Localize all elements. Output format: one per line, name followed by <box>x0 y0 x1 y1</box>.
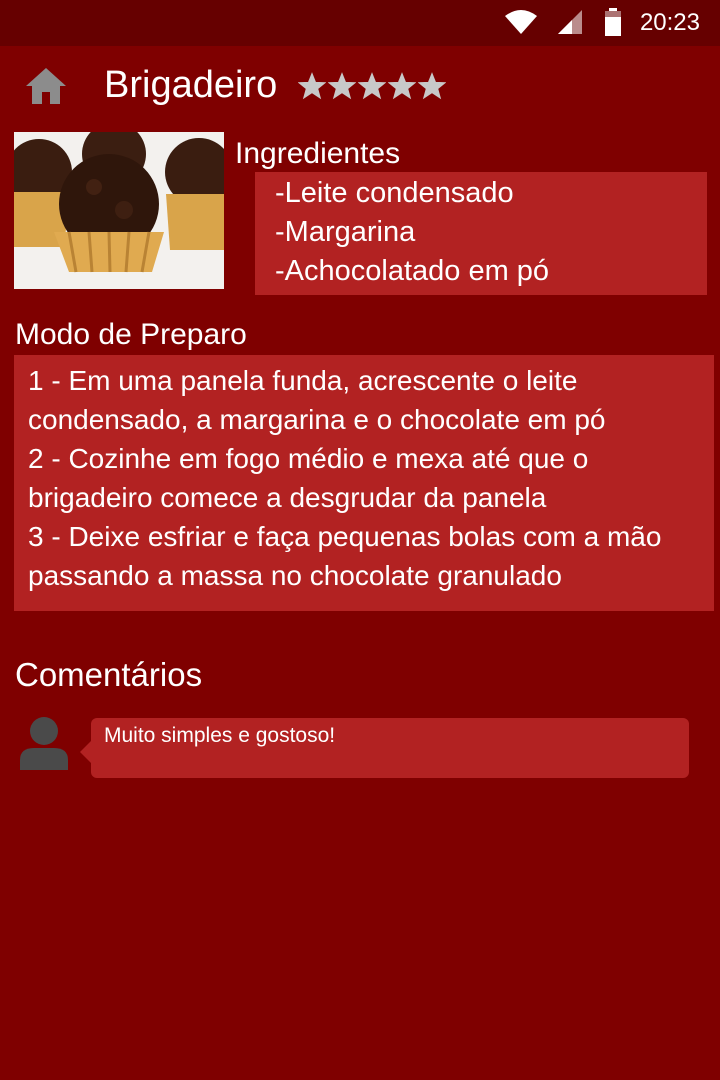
star-icon[interactable] <box>358 72 386 100</box>
ingredient-item: -Achocolatado em pó <box>275 255 550 287</box>
preparation-step: 2 - Cozinhe em fogo médio e mexa até que… <box>28 443 589 513</box>
comments-title: Comentários <box>15 656 203 693</box>
ingredient-item: -Leite condensado <box>275 177 514 209</box>
ingredient-item: -Margarina <box>275 216 416 248</box>
wifi-icon <box>505 10 537 34</box>
home-icon[interactable] <box>24 66 68 106</box>
comment-text: Muito simples e gostoso! <box>104 724 336 747</box>
star-icon[interactable] <box>328 72 356 100</box>
preparation-title: Modo de Preparo <box>15 318 247 351</box>
user-avatar-icon <box>20 717 68 770</box>
preparation-steps: 1 - Em uma panela funda, acrescente o le… <box>14 355 714 611</box>
preparation-step: 3 - Deixe esfriar e faça pequenas bolas … <box>28 521 662 591</box>
signal-icon <box>558 10 582 34</box>
preparation-step: 1 - Em uma panela funda, acrescente o le… <box>28 365 606 435</box>
page-title: Brigadeiro <box>104 64 278 106</box>
status-bar: 20:23 <box>0 0 720 46</box>
ingredients-list: -Leite condensado -Margarina -Achocolata… <box>255 172 707 295</box>
star-icon[interactable] <box>388 72 416 100</box>
ingredients-title: Ingredientes <box>235 137 401 170</box>
status-time: 20:23 <box>639 9 700 36</box>
comment-bubble: Muito simples e gostoso! <box>91 718 689 778</box>
star-icon[interactable] <box>418 72 446 100</box>
recipe-image <box>14 132 224 289</box>
rating-stars[interactable] <box>298 72 446 104</box>
star-icon[interactable] <box>298 72 326 100</box>
battery-icon <box>605 8 621 36</box>
